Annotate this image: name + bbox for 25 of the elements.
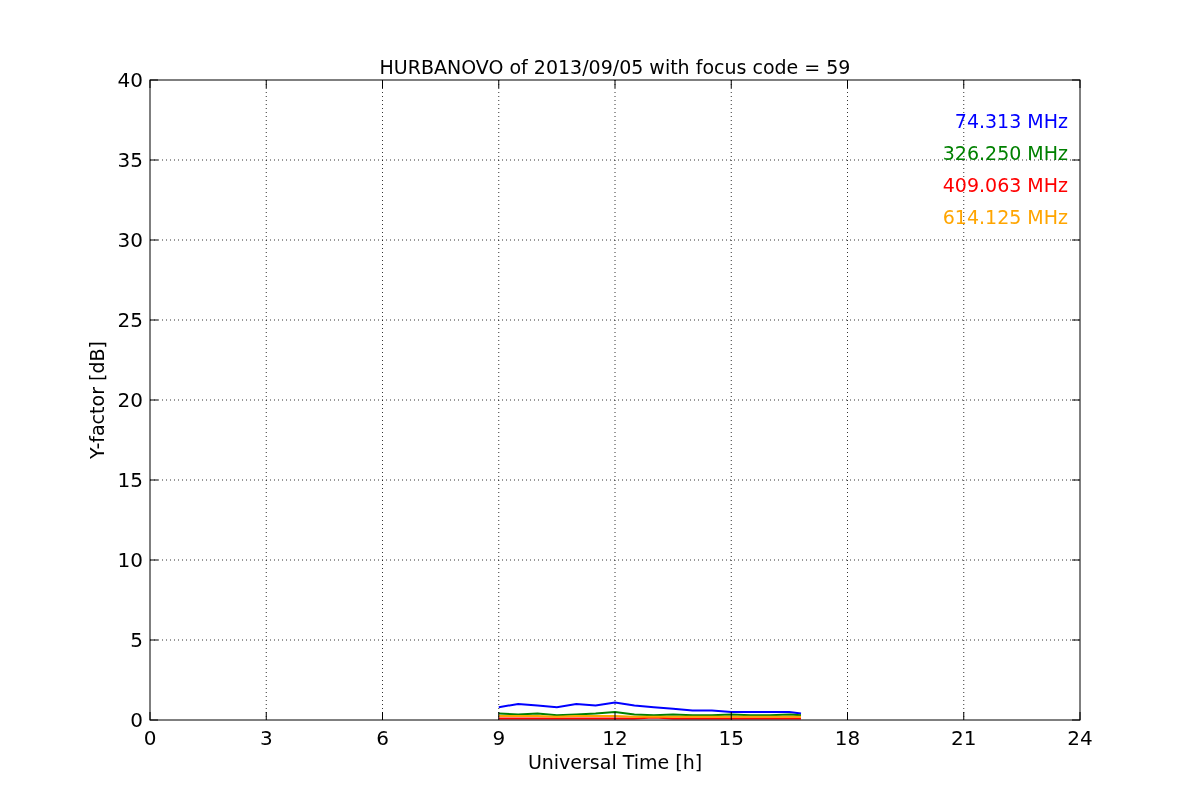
y-tick-label: 40 [117,68,143,92]
legend-label: 614.125 MHz [942,206,1068,228]
legend-label: 74.313 MHz [954,110,1068,132]
y-tick-label: 10 [117,548,143,572]
y-tick-label: 5 [130,628,143,652]
x-tick-label: 3 [259,726,273,750]
x-tick-label: 0 [143,726,157,750]
y-tick-label: 0 [130,708,143,732]
y-tick-label: 35 [117,148,143,172]
x-tick-label: 21 [951,726,977,750]
x-tick-label: 6 [376,726,389,750]
x-tick-label: 12 [602,726,628,750]
x-tick-label: 15 [718,726,744,750]
x-tick-label: 9 [492,726,506,750]
y-tick-label: 15 [117,468,143,492]
y-tick-label: 20 [117,388,143,412]
legend-label: 409.063 MHz [942,174,1068,196]
x-tick-label: 18 [834,726,861,750]
x-tick-label: 24 [1067,726,1093,750]
y-tick-label: 30 [117,228,143,252]
chart-title: HURBANOVO of 2013/09/05 with focus code = 59 [379,56,851,78]
y-tick-label: 25 [117,308,143,332]
legend-label: 326.250 MHz [942,142,1068,164]
x-axis-label: Universal Time [h] [527,751,703,773]
y-axis-label: Y-factor [dB] [86,341,108,459]
